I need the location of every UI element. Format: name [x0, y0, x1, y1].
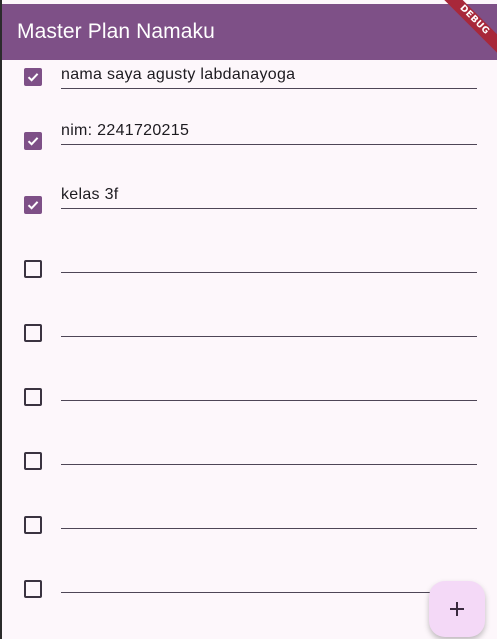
task-row	[2, 292, 497, 356]
task-text-field[interactable]	[61, 564, 477, 593]
task-checkbox[interactable]	[24, 580, 42, 598]
task-checkbox[interactable]	[24, 132, 42, 150]
task-row	[2, 484, 497, 548]
task-row	[2, 548, 497, 612]
task-text-field[interactable]	[61, 500, 477, 529]
task-text-field[interactable]	[61, 372, 477, 401]
task-row	[2, 420, 497, 484]
task-checkbox[interactable]	[24, 452, 42, 470]
task-text: nim: 2241720215	[61, 122, 190, 139]
add-icon	[450, 602, 464, 616]
task-text: kelas 3f	[61, 186, 119, 203]
check-icon	[27, 73, 39, 82]
task-checkbox[interactable]	[24, 68, 42, 86]
task-text-field[interactable]	[61, 308, 477, 337]
page-title: Master Plan Namaku	[17, 20, 215, 43]
task-text: nama saya agusty labdanayoga	[61, 66, 296, 83]
task-row: kelas 3f	[2, 164, 497, 228]
task-text-field[interactable]: nim: 2241720215	[61, 116, 477, 145]
task-row	[2, 356, 497, 420]
task-row	[2, 228, 497, 292]
check-icon	[27, 137, 39, 146]
task-checkbox[interactable]	[24, 260, 42, 278]
task-row: nim: 2241720215	[2, 100, 497, 164]
add-task-button[interactable]	[429, 581, 485, 637]
task-checkbox[interactable]	[24, 516, 42, 534]
task-checkbox[interactable]	[24, 388, 42, 406]
task-list: nama saya agusty labdanayoga nim: 2241720…	[2, 60, 497, 639]
check-icon	[27, 201, 39, 210]
task-checkbox[interactable]	[24, 196, 42, 214]
task-text-field[interactable]: nama saya agusty labdanayoga	[61, 60, 477, 89]
task-text-field[interactable]	[61, 244, 477, 273]
app-bar: Master Plan Namaku DEBUG	[2, 0, 497, 60]
task-text-field[interactable]: kelas 3f	[61, 180, 477, 209]
task-checkbox[interactable]	[24, 324, 42, 342]
task-row: nama saya agusty labdanayoga	[2, 60, 497, 100]
task-text-field[interactable]	[61, 436, 477, 465]
app-window: Master Plan Namaku DEBUG nama saya agust…	[0, 0, 497, 639]
debug-banner: DEBUG	[441, 0, 497, 53]
